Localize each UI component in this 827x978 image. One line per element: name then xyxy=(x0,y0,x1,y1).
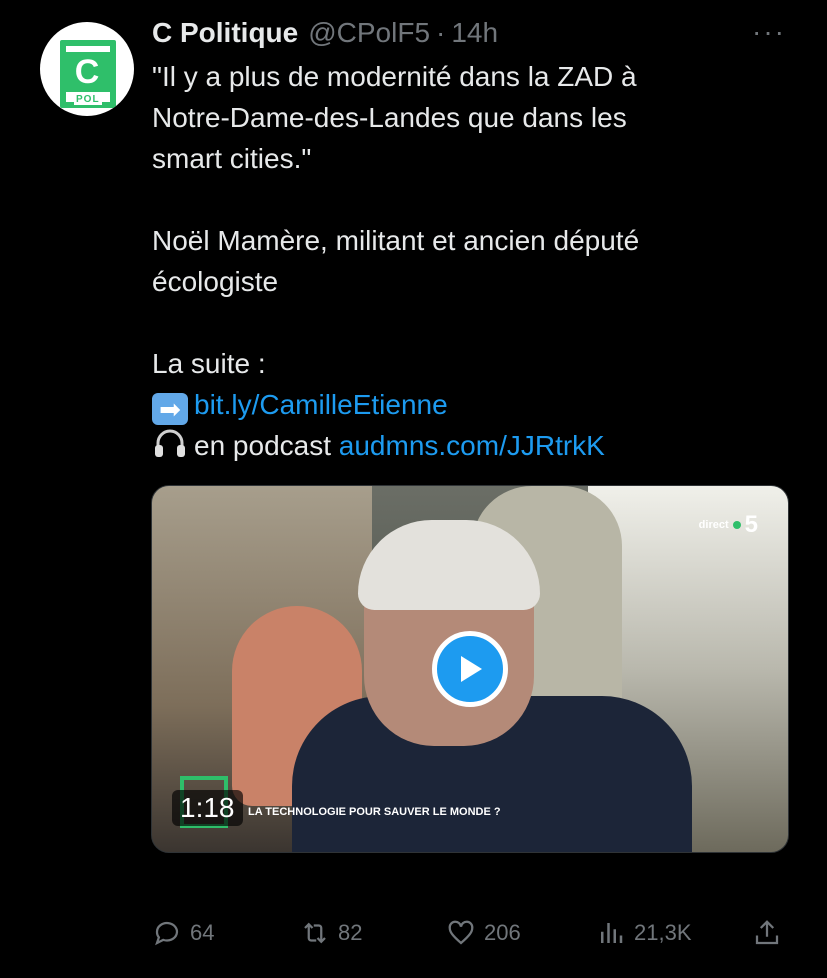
headphones-emoji-icon xyxy=(155,429,185,457)
tweet-text-line: smart cities." xyxy=(152,143,312,174)
tweet-text-line: écologiste xyxy=(152,266,279,297)
share-button[interactable] xyxy=(752,918,790,948)
repost-icon xyxy=(304,922,326,944)
tweet-text-line: Notre-Dame-des-Landes que dans les xyxy=(152,102,627,133)
tweet-text-line: Noël Mamère, militant et ancien député xyxy=(152,225,640,256)
author-name[interactable]: C Politique xyxy=(152,17,298,49)
share-icon xyxy=(755,920,779,945)
play-icon xyxy=(461,656,482,682)
like-count: 206 xyxy=(484,920,521,945)
tweet-podcast-line: en podcast audmns.com/JJRtrkK xyxy=(152,425,792,466)
chyron-prefix: LA TECHNOLOGIE POUR xyxy=(248,806,384,818)
right-arrow-emoji-icon: ➡ xyxy=(152,393,188,425)
podcast-prefix: en podcast xyxy=(194,430,331,461)
tweet-actions: 64 82 206 21,3K xyxy=(152,918,788,958)
tweet-timestamp[interactable]: 14h xyxy=(451,17,498,49)
repost-button[interactable]: 82 xyxy=(300,918,362,948)
chyron-bold: SAUVER LE MONDE ? xyxy=(383,806,501,818)
author-handle[interactable]: @CPolF5 xyxy=(308,17,430,49)
audmns-link[interactable]: audmns.com/JJRtrkK xyxy=(339,430,605,461)
tweet-link-line: ➡ bit.ly/CamilleEtienne xyxy=(152,384,792,425)
tweet-text-spacer xyxy=(152,179,792,220)
avatar-logo-text: POL xyxy=(74,94,102,105)
avatar[interactable]: C POL xyxy=(40,22,134,116)
channel-label: direct xyxy=(698,519,729,531)
video-player[interactable]: LA TECHNOLOGIE POUR SAUVER LE MONDE ? di… xyxy=(151,485,789,853)
channel-number: 5 xyxy=(744,511,758,538)
reply-count: 64 xyxy=(190,920,215,945)
channel-logo: direct 5 xyxy=(699,511,758,539)
tweet-header: C Politique @CPolF5 · 14h xyxy=(152,16,498,50)
video-chyron: LA TECHNOLOGIE POUR SAUVER LE MONDE ? xyxy=(248,806,501,818)
like-button[interactable]: 206 xyxy=(446,918,521,948)
heart-icon xyxy=(448,920,474,945)
views-chart-icon xyxy=(601,923,623,943)
bitly-link[interactable]: bit.ly/CamilleEtienne xyxy=(194,389,448,420)
reply-icon xyxy=(155,921,179,946)
more-options-icon[interactable]: ··· xyxy=(752,18,786,46)
header-separator: · xyxy=(436,17,446,48)
play-button[interactable] xyxy=(432,631,508,707)
views-button[interactable]: 21,3K xyxy=(596,918,692,948)
tweet-text: "Il y a plus de modernité dans la ZAD à … xyxy=(152,56,792,466)
views-count: 21,3K xyxy=(634,920,692,945)
video-duration: 1:18 xyxy=(172,790,243,826)
repost-count: 82 xyxy=(338,920,363,945)
channel-dot-icon xyxy=(732,521,741,529)
avatar-logo-letter: C xyxy=(64,52,110,92)
tweet-text-spacer xyxy=(152,302,792,343)
tweet-text-line: La suite : xyxy=(152,348,266,379)
tweet-text-line: "Il y a plus de modernité dans la ZAD à xyxy=(152,61,637,92)
reply-button[interactable]: 64 xyxy=(152,918,214,948)
